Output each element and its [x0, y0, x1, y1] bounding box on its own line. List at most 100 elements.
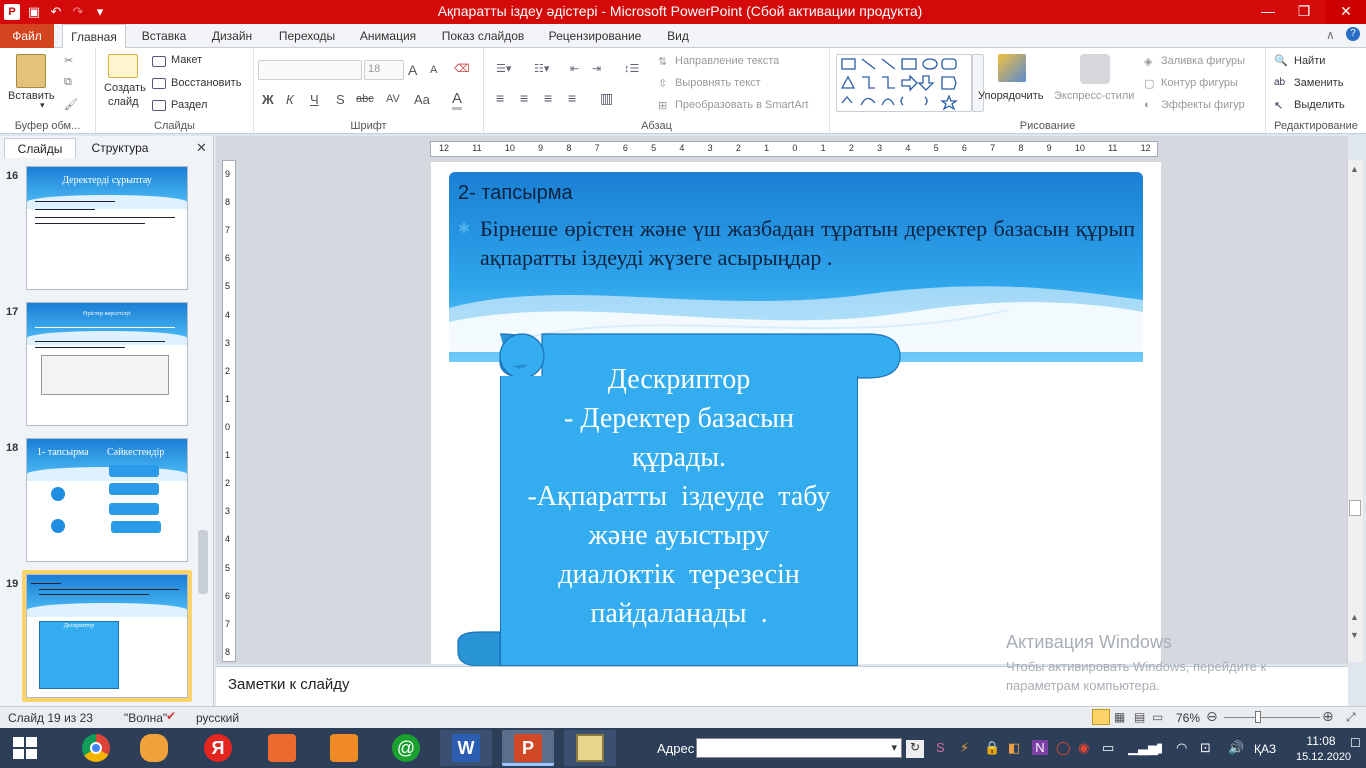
fit-to-window-icon[interactable]: ⤢ — [1346, 710, 1356, 725]
paste-icon[interactable] — [16, 54, 46, 88]
text-direction-button[interactable]: Направление текста — [675, 55, 779, 67]
spellcheck-icon[interactable]: ✔ — [166, 709, 176, 723]
lock-tray-icon[interactable]: 🔒 — [984, 740, 1000, 756]
close-pane-icon[interactable]: ✕ — [196, 140, 207, 156]
tab-review[interactable]: Рецензирование — [540, 24, 650, 48]
paste-button[interactable]: Вставить — [8, 90, 55, 102]
justify-icon[interactable]: ≡ — [568, 90, 576, 106]
tab-outline[interactable]: Структура — [80, 138, 160, 158]
skype-tray-icon[interactable]: S — [936, 740, 945, 755]
help-icon[interactable]: ? — [1346, 27, 1360, 41]
camera-taskbar-icon[interactable] — [256, 730, 308, 766]
grow-font-icon[interactable]: A — [408, 62, 417, 78]
powerpoint-taskbar-icon[interactable]: P — [502, 730, 554, 766]
tab-view[interactable]: Вид — [660, 24, 696, 48]
snipping-taskbar-icon[interactable] — [564, 730, 616, 766]
tab-slideshow[interactable]: Показ слайдов — [436, 24, 530, 48]
tab-home[interactable]: Главная — [62, 24, 126, 49]
slide-thumbnail-18[interactable]: 1- тапсырма Сәйкестендір — [26, 438, 188, 562]
onenote-tray-icon[interactable]: N — [1032, 740, 1048, 755]
tab-animation[interactable]: Анимация — [352, 24, 424, 48]
minimize-ribbon-icon[interactable]: ∧ — [1326, 28, 1335, 42]
redo-icon[interactable]: ↷ — [70, 4, 86, 20]
clock[interactable]: 11:08 15.12.2020 — [1296, 733, 1351, 765]
word-taskbar-icon[interactable]: W — [440, 730, 492, 766]
replace-button[interactable]: Заменить — [1294, 77, 1343, 89]
vertical-scrollbar[interactable]: ▲ ▲ ▼ — [1347, 160, 1363, 662]
slide-title[interactable]: 2- тапсырма — [458, 182, 1058, 205]
columns-icon[interactable]: ▥ — [600, 90, 613, 107]
format-painter-icon[interactable]: 🖌 — [64, 98, 78, 111]
new-slide-icon[interactable] — [108, 54, 138, 78]
slide-thumbnail-17[interactable]: Өрістер көрсетілуі — [26, 302, 188, 426]
shapes-gallery[interactable] — [836, 54, 972, 112]
save-icon[interactable]: ▣ — [26, 4, 42, 20]
font-color-button[interactable]: A — [452, 90, 463, 110]
align-text-button[interactable]: Выровнять текст — [675, 77, 761, 89]
new-slide-button-line2[interactable]: слайд — [108, 96, 139, 108]
slide-bullet-text[interactable]: Бірнеше өрістен және үш жазбадан тұратын… — [480, 214, 1135, 272]
address-input[interactable]: ▾ — [696, 738, 902, 758]
tab-slides[interactable]: Слайды — [4, 138, 76, 158]
normal-view-icon[interactable] — [1092, 709, 1110, 725]
tab-insert[interactable]: Вставка — [134, 24, 194, 48]
clear-format-icon[interactable]: ⌫ — [454, 62, 470, 75]
tab-file[interactable]: Файл — [0, 24, 54, 48]
align-center-icon[interactable]: ≡ — [520, 90, 528, 106]
zoom-in-icon[interactable]: ⊕ — [1322, 708, 1334, 725]
network-tray-icon[interactable]: ⊡ — [1200, 740, 1211, 756]
shadow-button[interactable]: S — [336, 92, 345, 107]
shrink-font-icon[interactable]: A — [430, 64, 437, 76]
quick-styles-icon[interactable] — [1080, 54, 1110, 84]
underline-button[interactable]: Ч — [310, 92, 319, 107]
numbering-icon[interactable]: ☷▾ — [534, 62, 549, 75]
copy-icon[interactable]: ⧉ — [64, 76, 72, 89]
signal-tray-icon[interactable]: ▁▃▅ — [1128, 740, 1158, 756]
new-slide-button[interactable]: Создать — [104, 82, 146, 94]
undo-icon[interactable]: ↶ — [48, 4, 64, 20]
align-right-icon[interactable]: ≡ — [544, 90, 552, 106]
flag-tray-icon[interactable]: ◧ — [1008, 740, 1020, 756]
mail-agent-taskbar-icon[interactable]: @ — [380, 730, 432, 766]
minimize-button[interactable]: — — [1254, 0, 1282, 24]
tab-design[interactable]: Дизайн — [200, 24, 264, 48]
zoom-slider-thumb[interactable] — [1255, 711, 1261, 723]
yandex-taskbar-icon[interactable]: Я — [192, 730, 244, 766]
notes-placeholder[interactable]: Заметки к слайду — [228, 676, 350, 693]
headset-tray-icon[interactable]: ◠ — [1176, 740, 1187, 756]
bullets-icon[interactable]: ☰▾ — [496, 62, 511, 75]
restore-button[interactable]: ❐ — [1290, 0, 1318, 24]
zoom-out-icon[interactable]: ⊖ — [1206, 708, 1218, 725]
language-tray[interactable]: ҚАЗ — [1254, 742, 1276, 756]
reading-view-icon[interactable]: ▤ — [1134, 710, 1145, 724]
bolt-tray-icon[interactable]: ⚡ — [960, 740, 969, 756]
arrange-button[interactable]: Упорядочить — [978, 90, 1043, 102]
shape-fill-button[interactable]: Заливка фигуры — [1161, 55, 1245, 67]
arrange-icon[interactable] — [998, 54, 1026, 82]
chrome-taskbar-icon[interactable] — [70, 730, 122, 766]
monitor-tray-icon[interactable]: ▭ — [1102, 740, 1114, 756]
scratch-taskbar-icon[interactable] — [128, 730, 180, 766]
bold-button[interactable]: Ж — [262, 92, 274, 107]
layout-button[interactable]: Макет — [171, 54, 202, 66]
close-button[interactable]: ✕ — [1326, 0, 1366, 24]
slide-thumbnail-19[interactable]: Дескриптор — [26, 574, 188, 698]
opera-tray-icon[interactable]: ◯ — [1056, 740, 1071, 756]
pane-scroll-thumb[interactable] — [198, 530, 208, 594]
slide-sorter-icon[interactable]: ▦ — [1114, 710, 1125, 724]
battery-tray-icon[interactable]: ▮ — [1156, 740, 1163, 756]
select-button[interactable]: Выделить — [1294, 99, 1345, 111]
record-tray-icon[interactable]: ◉ — [1078, 740, 1089, 756]
volume-tray-icon[interactable]: 🔊 — [1228, 740, 1244, 756]
tab-transitions[interactable]: Переходы — [272, 24, 342, 48]
reset-button[interactable]: Восстановить — [171, 77, 241, 89]
section-button[interactable]: Раздел — [171, 99, 207, 111]
start-button[interactable] — [12, 736, 38, 760]
slideshow-view-icon[interactable]: ▭ — [1152, 710, 1163, 724]
shape-outline-button[interactable]: Контур фигуры — [1161, 77, 1238, 89]
cut-icon[interactable]: ✂ — [64, 54, 73, 67]
strikethrough-button[interactable]: abc — [356, 93, 374, 105]
customize-toolbar-icon[interactable]: ▾ — [92, 4, 108, 20]
smartart-button[interactable]: Преобразовать в SmartArt — [675, 99, 808, 111]
shapes-scroll[interactable] — [972, 54, 984, 112]
